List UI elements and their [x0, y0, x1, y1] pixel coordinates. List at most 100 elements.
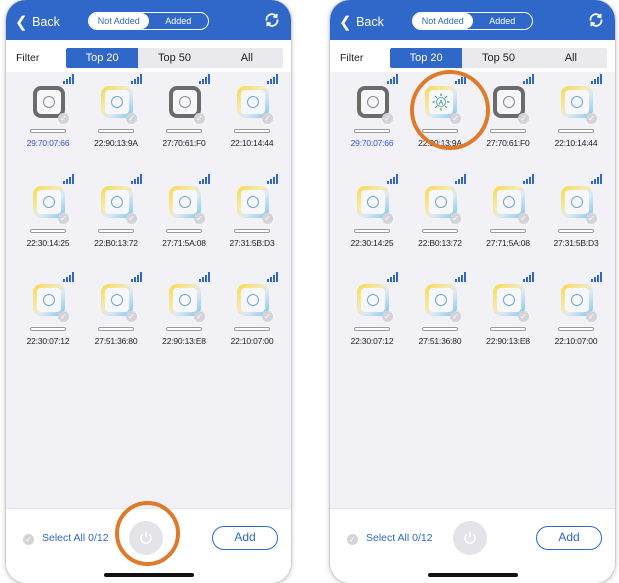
add-button[interactable]: Add — [212, 526, 278, 550]
ring-icon — [503, 294, 515, 306]
device-tile[interactable]: ✓ 22:10:14:44 — [544, 72, 608, 164]
segment-added[interactable]: Added — [149, 13, 209, 29]
tab-top-20[interactable]: Top 20 — [66, 48, 139, 68]
refresh-icon[interactable] — [587, 11, 605, 29]
home-indicator — [428, 573, 518, 577]
add-button[interactable]: Add — [536, 526, 602, 550]
select-all-toggle[interactable]: ✓ Select All 0/12 — [347, 532, 433, 545]
checkmark-icon[interactable]: ✓ — [518, 213, 529, 224]
device-tile[interactable]: ✓ 27:31:5B:D3 — [544, 172, 608, 264]
tab-top-20[interactable]: Top 20 — [390, 48, 463, 68]
checkmark-icon[interactable]: ✓ — [194, 113, 205, 124]
checkbox-icon: ✓ — [23, 534, 34, 545]
checkmark-icon[interactable]: ✓ — [450, 311, 461, 322]
device-tile[interactable]: ✓ 27:70:61:F0 — [476, 72, 540, 164]
checkmark-icon[interactable]: ✓ — [194, 213, 205, 224]
device-address: 27:71:5A:08 — [486, 238, 530, 248]
signal-strength-icon — [199, 174, 210, 184]
checkmark-icon[interactable]: ✓ — [382, 213, 393, 224]
device-tile[interactable]: ✓ 22:B0:13:72 — [84, 172, 148, 264]
checkmark-icon[interactable]: ✓ — [58, 113, 69, 124]
checkmark-icon[interactable]: ✓ — [126, 311, 137, 322]
checkmark-icon[interactable]: ✓ — [518, 311, 529, 322]
device-tile[interactable]: ✓ 22:10:07:00 — [544, 270, 608, 362]
checkmark-icon[interactable]: ✓ — [58, 213, 69, 224]
brightness-bar — [558, 229, 594, 233]
device-tile[interactable]: ✓ 22:30:07:12 — [16, 270, 80, 362]
signal-strength-icon — [199, 272, 210, 282]
brightness-bar — [490, 129, 526, 133]
device-address: 22:90:13:E8 — [162, 336, 206, 346]
brightness-bar — [234, 327, 270, 331]
brightness-bar — [30, 327, 66, 331]
segment-not-added[interactable]: Not Added — [89, 13, 149, 29]
ring-icon — [367, 196, 379, 208]
device-tile[interactable]: ✓ 27:51:36:80 — [408, 270, 472, 362]
ring-icon — [43, 196, 55, 208]
segment-not-added[interactable]: Not Added — [413, 13, 473, 29]
phone-screen-right: ❮ Back Not Added Added Filter Top 20 Top… — [330, 0, 615, 583]
checkmark-icon[interactable]: ✓ — [586, 311, 597, 322]
tab-all[interactable]: All — [211, 48, 283, 68]
checkmark-icon[interactable]: ✓ — [126, 213, 137, 224]
filter-bar: Filter Top 20 Top 50 All — [6, 40, 291, 72]
brightness-bar — [354, 327, 390, 331]
checkmark-icon[interactable]: ✓ — [382, 311, 393, 322]
power-icon — [464, 532, 476, 544]
power-button[interactable] — [129, 521, 163, 555]
checkmark-icon[interactable]: ✓ — [262, 213, 273, 224]
tab-all[interactable]: All — [535, 48, 607, 68]
device-tile[interactable]: ✓ 22:10:14:44 — [220, 72, 284, 164]
back-button[interactable]: ❮ Back — [15, 12, 60, 31]
device-tile[interactable]: ✓ 22:30:14:25 — [16, 172, 80, 264]
checkmark-icon[interactable]: ✓ — [518, 113, 529, 124]
device-address: 29:70:07:66 — [26, 138, 70, 148]
select-all-toggle[interactable]: ✓ Select All 0/12 — [23, 532, 109, 545]
device-tile[interactable]: ✓ 29:70:07:66 — [340, 72, 404, 164]
segment-added[interactable]: Added — [473, 13, 533, 29]
signal-strength-icon — [591, 74, 602, 84]
device-tile[interactable]: ✓ 22:30:14:25 — [340, 172, 404, 264]
checkmark-icon[interactable]: ✓ — [382, 113, 393, 124]
filter-tabs: Top 20 Top 50 All — [66, 48, 283, 68]
device-tile[interactable]: ✓ 22:90:13:9A — [84, 72, 148, 164]
brightness-bar — [98, 229, 134, 233]
tab-top-50[interactable]: Top 50 — [138, 48, 210, 68]
device-address: 22:30:14:25 — [350, 238, 394, 248]
device-tile[interactable]: ✓ 27:71:5A:08 — [152, 172, 216, 264]
checkmark-icon[interactable]: ✓ — [194, 311, 205, 322]
device-tile[interactable]: ✓ 27:51:36:80 — [84, 270, 148, 362]
device-tile[interactable]: ✓ 27:70:61:F0 — [152, 72, 216, 164]
checkmark-icon[interactable]: ✓ — [450, 113, 461, 124]
signal-strength-icon — [63, 174, 74, 184]
device-tile[interactable]: ✓ 29:70:07:66 — [16, 72, 80, 164]
device-tile[interactable]: ✓ 22:30:07:12 — [340, 270, 404, 362]
signal-strength-icon — [387, 272, 398, 282]
refresh-icon[interactable] — [263, 11, 281, 29]
signal-strength-icon — [267, 272, 278, 282]
checkmark-icon[interactable]: ✓ — [58, 311, 69, 322]
checkmark-icon[interactable]: ✓ — [586, 213, 597, 224]
chevron-left-icon: ❮ — [339, 14, 352, 31]
device-tile[interactable]: ✓ 22:B0:13:72 — [408, 172, 472, 264]
brightness-bar — [30, 129, 66, 133]
checkmark-icon[interactable]: ✓ — [450, 213, 461, 224]
device-tile[interactable]: A ✓ 22:90:13:9A — [408, 72, 472, 164]
tab-top-50[interactable]: Top 50 — [462, 48, 534, 68]
device-tile[interactable]: ✓ 22:90:13:E8 — [152, 270, 216, 362]
power-button[interactable] — [453, 521, 487, 555]
filter-label: Filter — [340, 52, 364, 64]
checkmark-icon[interactable]: ✓ — [262, 311, 273, 322]
light-letter: A — [439, 99, 444, 106]
ring-icon — [247, 196, 259, 208]
checkmark-icon[interactable]: ✓ — [586, 113, 597, 124]
home-indicator — [104, 573, 194, 577]
device-address: 22:30:07:12 — [26, 336, 70, 346]
device-tile[interactable]: ✓ 27:31:5B:D3 — [220, 172, 284, 264]
back-button[interactable]: ❮ Back — [339, 12, 384, 31]
device-tile[interactable]: ✓ 22:10:07:00 — [220, 270, 284, 362]
checkmark-icon[interactable]: ✓ — [262, 113, 273, 124]
checkmark-icon[interactable]: ✓ — [126, 113, 137, 124]
device-tile[interactable]: ✓ 22:90:13:E8 — [476, 270, 540, 362]
device-tile[interactable]: ✓ 27:71:5A:08 — [476, 172, 540, 264]
